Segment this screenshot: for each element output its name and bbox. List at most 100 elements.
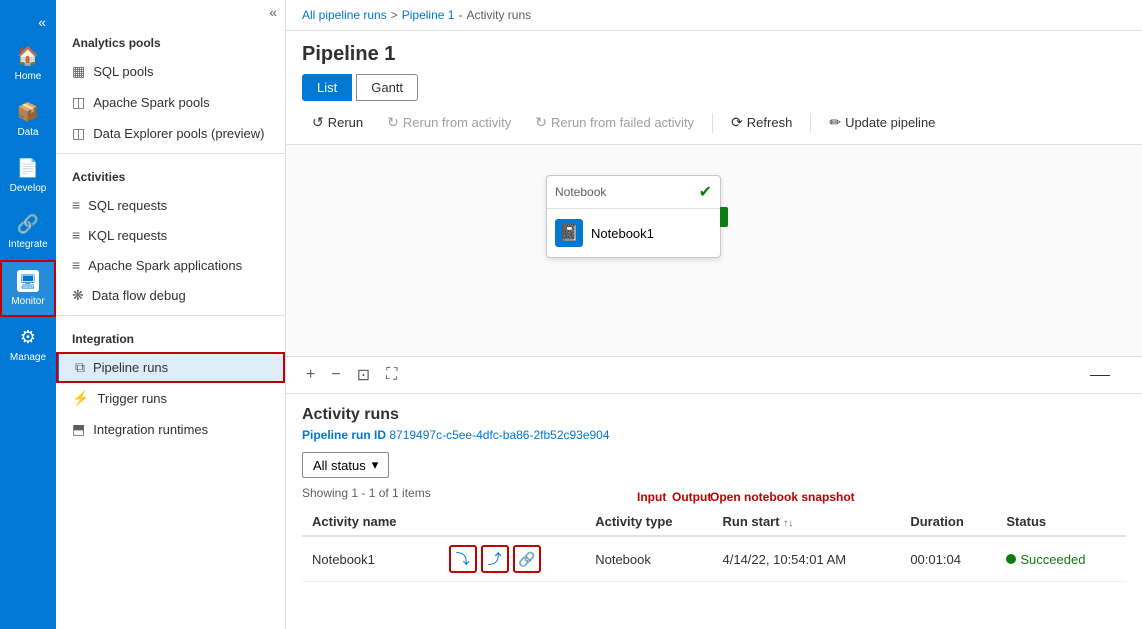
sidebar-item-kql-requests[interactable]: ≡ KQL requests [56,220,285,250]
sidebar-item-apache-spark-pools[interactable]: ◫ Apache Spark pools [56,87,285,118]
kql-requests-icon: ≡ [72,227,80,243]
status-dot [1006,554,1016,564]
activities-section-title: Activities [56,158,285,190]
canvas-zoom-out-btn[interactable]: − [327,362,344,388]
rerun-from-activity-button[interactable]: ↻ Rerun from activity [377,109,521,136]
sidebar-item-kql-requests-label: KQL requests [88,228,167,243]
chevron-down-icon: ▾ [372,457,379,473]
tab-bar: List Gantt [286,74,1142,101]
manage-icon: ⚙ [20,327,36,348]
canvas-area: Notebook ✔ 📓 Notebook1 [286,145,1142,356]
rerun-from-failed-icon: ↻ [535,114,547,131]
canvas-controls: + − ⊡ ⛶ [286,356,1142,394]
sidebar-collapse-btn[interactable]: « [56,0,285,24]
rerun-icon: ↺ [312,114,324,131]
sidebar-item-sql-pools[interactable]: ▦ SQL pools [56,56,285,87]
notebook-node[interactable]: Notebook ✔ 📓 Notebook1 [546,175,721,258]
table-row: Notebook1 ⤵ ⤴ 🔗 [302,536,1126,582]
integration-runtimes-icon: ⬒ [72,421,85,438]
refresh-label: Refresh [747,115,793,130]
output-button[interactable]: ⤴ [481,545,509,573]
trigger-runs-icon: ⚡ [72,390,89,407]
nav-item-home[interactable]: 🏠 Home [0,36,56,92]
breadcrumb-pipeline-link[interactable]: Pipeline 1 [402,8,455,22]
sidebar-item-apache-spark-apps[interactable]: ≡ Apache Spark applications [56,250,285,280]
node-name-label: Notebook1 [591,226,654,241]
sidebar-divider-2 [56,315,285,316]
canvas-fullscreen-icon: ⛶ [386,366,397,383]
sidebar-item-apache-spark-apps-label: Apache Spark applications [88,258,242,273]
sidebar-item-integration-runtimes[interactable]: ⬒ Integration runtimes [56,414,285,445]
open-snapshot-icon: 🔗 [518,551,535,568]
tab-gantt[interactable]: Gantt [356,74,418,101]
sql-pools-icon: ▦ [72,63,85,80]
data-flow-debug-icon: ❋ [72,287,84,304]
status-filter-dropdown[interactable]: All status ▾ [302,452,389,478]
rerun-label: Rerun [328,115,363,130]
col-header-duration: Duration [900,508,996,536]
nav-item-data[interactable]: 📦 Data [0,92,56,148]
input-icon: ⤵ [456,549,470,569]
sort-icon: ↑↓ [783,518,793,529]
node-header: Notebook ✔ [547,176,720,209]
nav-item-develop[interactable]: 📄 Develop [0,148,56,204]
update-pipeline-button[interactable]: ✏ Update pipeline [819,109,945,136]
canvas-zoom-in-btn[interactable]: + [302,362,319,388]
nav-item-monitor[interactable]: 🖥 Monitor [0,260,56,317]
open-notebook-snapshot-button[interactable]: 🔗 [513,545,541,573]
table-header-row: Activity name Activity type Run start ↑↓… [302,508,1126,536]
refresh-button[interactable]: ⟳ Refresh [721,109,802,136]
node-right-bar [720,207,728,227]
integrate-icon: 🔗 [17,214,39,235]
data-icon: 📦 [17,102,39,123]
sidebar-item-trigger-runs-label: Trigger runs [97,391,167,406]
develop-icon: 📄 [17,158,39,179]
pipeline-run-uuid: 8719497c-c5ee-4dfc-ba86-2fb52c93e904 [389,428,609,442]
activity-runs-title: Activity runs [302,406,1126,424]
nav-item-integrate[interactable]: 🔗 Integrate [0,204,56,260]
collapse-icon: « [269,4,277,20]
sidebar-item-data-flow-debug[interactable]: ❋ Data flow debug [56,280,285,311]
sidebar-divider-1 [56,153,285,154]
col-header-activity-name: Activity name [302,508,439,536]
refresh-icon: ⟳ [731,114,743,131]
sql-requests-icon: ≡ [72,197,80,213]
col-header-status: Status [996,508,1126,536]
input-button[interactable]: ⤵ [449,545,477,573]
rerun-from-failed-label: Rerun from failed activity [551,115,694,130]
sidebar-item-sql-requests[interactable]: ≡ SQL requests [56,190,285,220]
breadcrumb-all-pipeline-runs[interactable]: All pipeline runs [302,8,387,22]
canvas-fit-btn[interactable]: ⊡ [353,361,374,389]
sidebar-item-trigger-runs[interactable]: ⚡ Trigger runs [56,383,285,414]
sidebar-item-data-explorer-pools[interactable]: ◫ Data Explorer pools (preview) [56,118,285,149]
sidebar-item-pipeline-runs-label: Pipeline runs [93,360,168,375]
pipeline-run-id-label: Pipeline run ID [302,428,386,442]
cell-run-start: 4/14/22, 10:54:01 AM [713,536,901,582]
monitor-icon: 🖥 [17,270,39,292]
nav-item-manage[interactable]: ⚙ Manage [0,317,56,373]
update-pipeline-icon: ✏ [829,114,841,131]
apache-spark-pools-icon: ◫ [72,94,85,111]
status-badge: Succeeded [1006,552,1116,567]
pipeline-run-id: Pipeline run ID 8719497c-c5ee-4dfc-ba86-… [302,428,1126,442]
tab-list[interactable]: List [302,74,352,101]
cell-activity-name: Notebook1 [302,536,439,582]
sidebar-item-pipeline-runs[interactable]: ⧉ Pipeline runs [56,352,285,383]
left-navigation: « 🏠 Home 📦 Data 📄 Develop 🔗 Integrate 🖥 … [0,0,56,629]
nav-collapse-btn[interactable]: « [32,8,52,36]
node-header-label: Notebook [555,185,606,199]
rerun-button[interactable]: ↺ Rerun [302,109,373,136]
sidebar-item-sql-pools-label: SQL pools [93,64,153,79]
canvas-fullscreen-btn[interactable]: ⛶ [382,362,401,388]
notebook-glyph: 📓 [559,223,579,243]
activity-table: Activity name Activity type Run start ↑↓… [302,508,1126,582]
breadcrumb-current: Activity runs [466,8,531,22]
rerun-from-activity-icon: ↻ [387,114,399,131]
col-header-actions [439,508,585,536]
canvas-fit-icon: ⊡ [357,367,370,384]
node-body: 📓 Notebook1 [547,209,720,257]
rerun-from-failed-button[interactable]: ↻ Rerun from failed activity [525,109,704,136]
sidebar: « Analytics pools ▦ SQL pools ◫ Apache S… [56,0,286,629]
sidebar-item-apache-spark-pools-label: Apache Spark pools [93,95,209,110]
main-content: All pipeline runs > Pipeline 1 - Activit… [286,0,1142,629]
